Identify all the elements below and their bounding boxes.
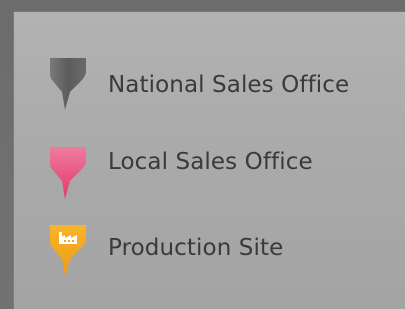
legend-label: Local Sales Office (108, 149, 313, 175)
production-site-marker-icon (48, 225, 86, 277)
map-legend-panel: National Sales Office Local Sales Office (14, 12, 405, 309)
legend-label: Production Site (108, 235, 284, 261)
local-sales-office-marker-icon (48, 147, 86, 199)
legend-label: National Sales Office (108, 72, 350, 98)
national-sales-office-marker-icon (48, 58, 86, 110)
